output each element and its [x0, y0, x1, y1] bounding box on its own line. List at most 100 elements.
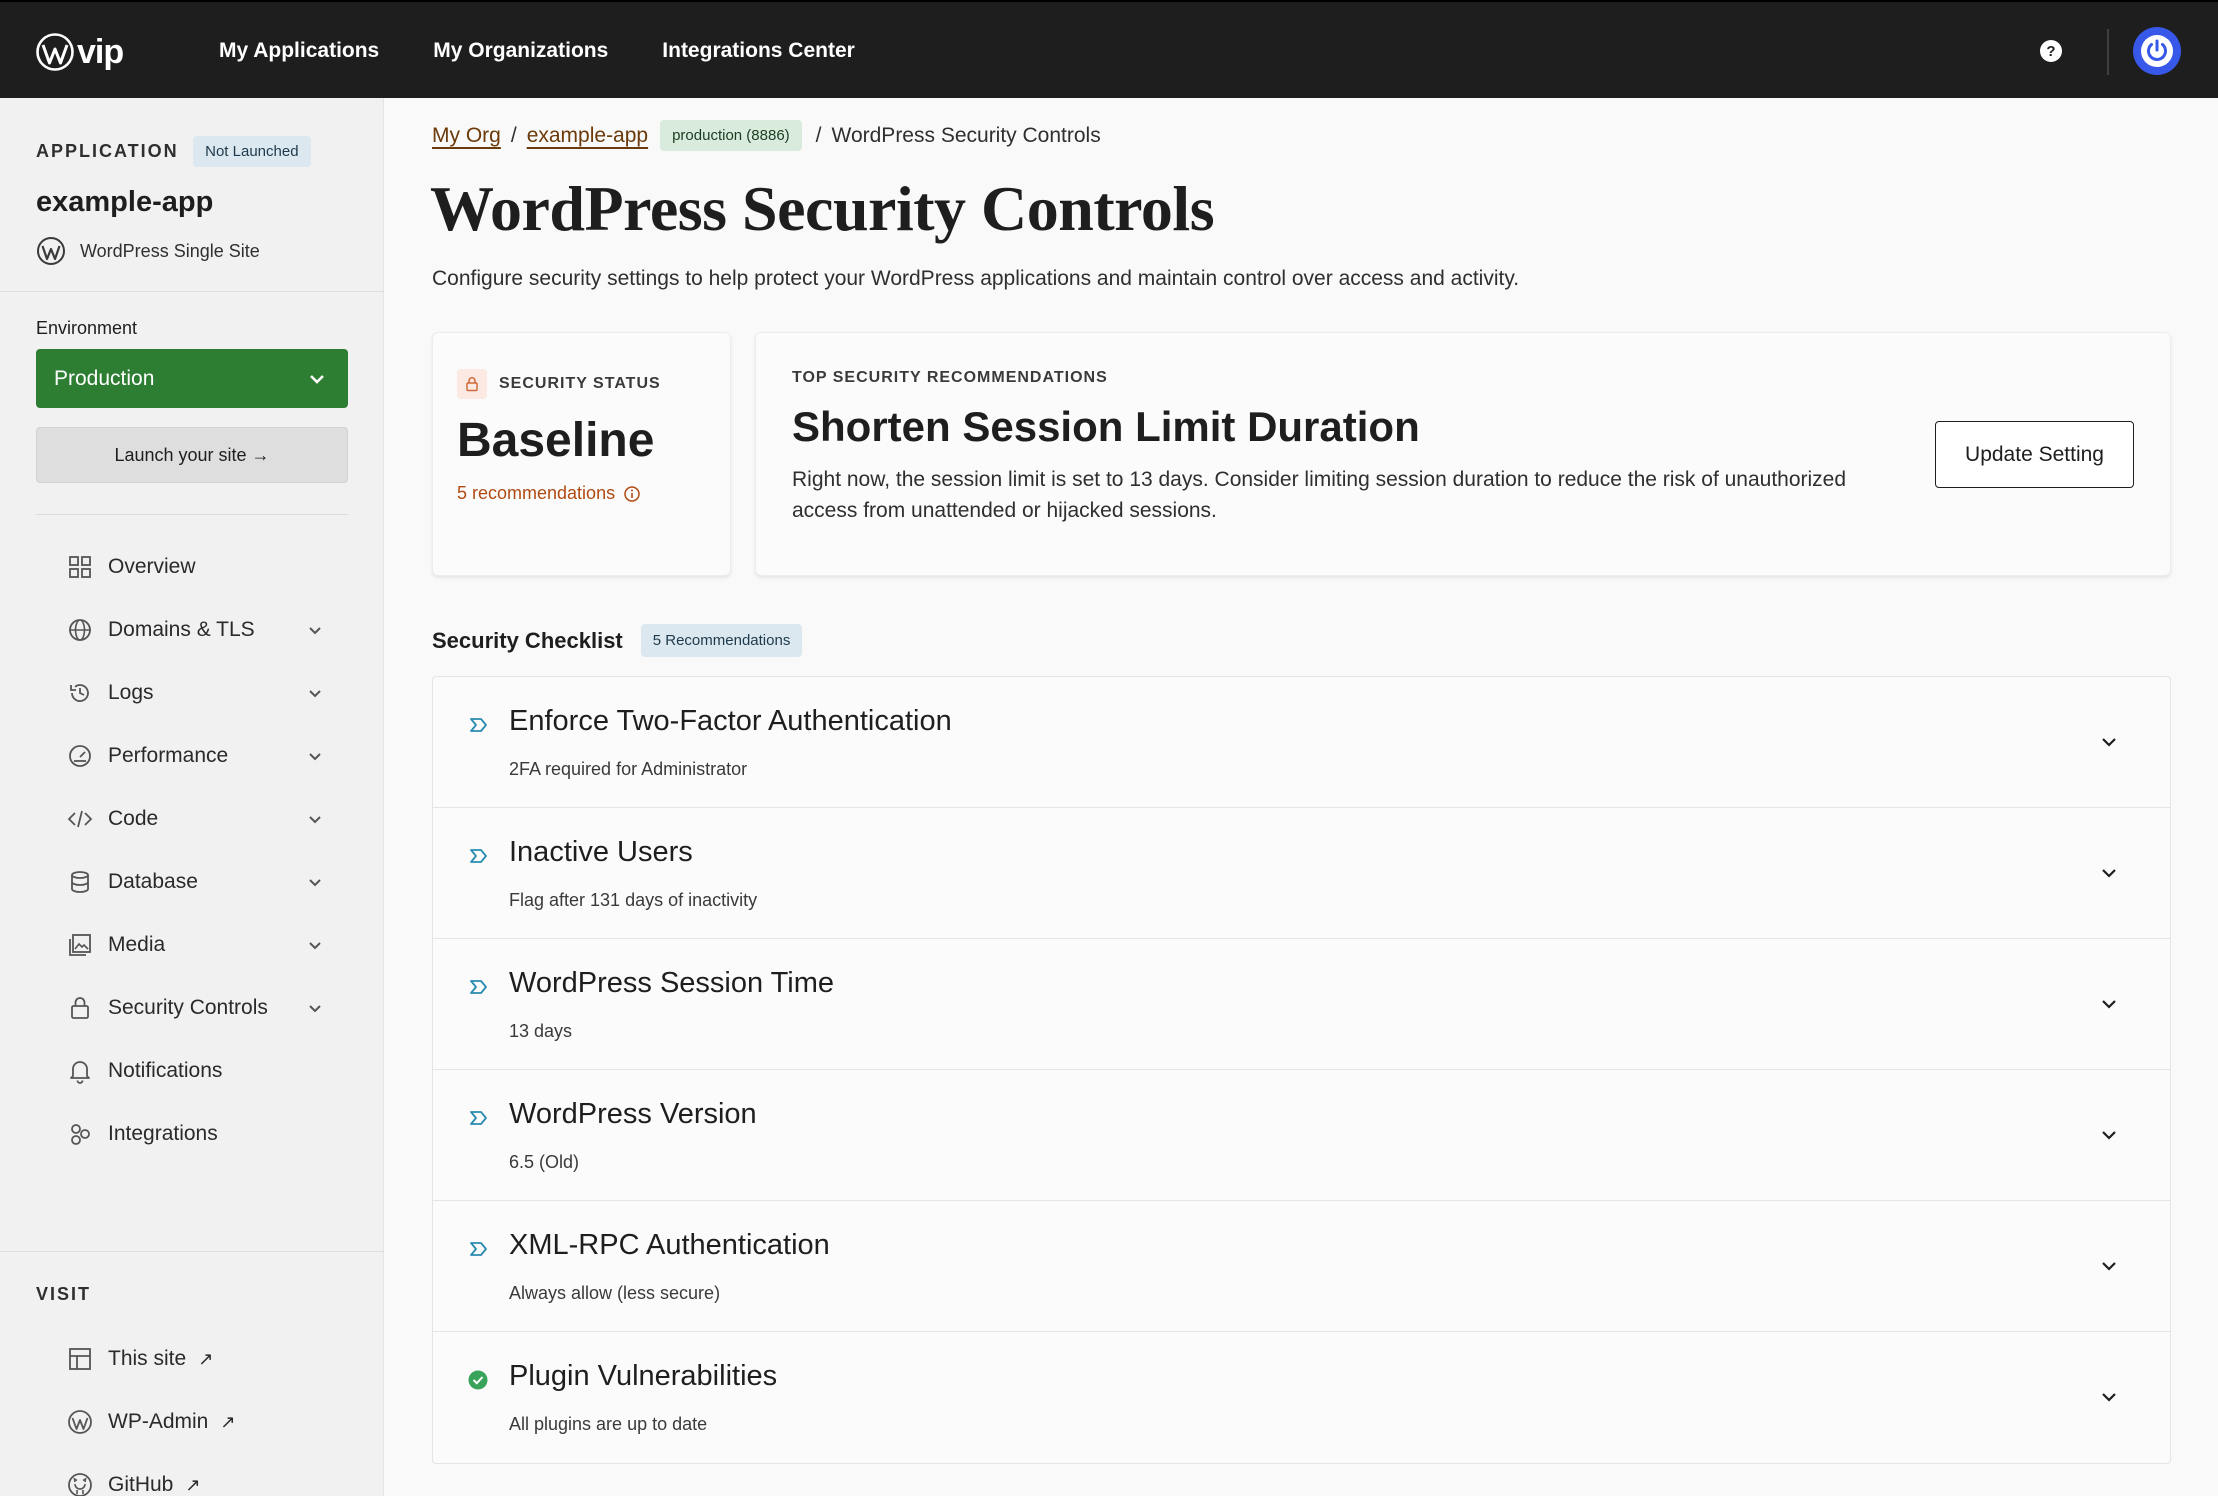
- checklist-item-session-time[interactable]: WordPress Session Time 13 days: [433, 939, 2170, 1070]
- breadcrumb-app[interactable]: example-app: [527, 124, 648, 148]
- status-value: Baseline: [457, 414, 655, 467]
- database-icon: [66, 868, 94, 896]
- checklist-item-subtitle: All plugins are up to date: [509, 1414, 708, 1434]
- power-icon: [2141, 35, 2173, 67]
- breadcrumb-org[interactable]: My Org: [432, 124, 501, 148]
- chevron-down-icon[interactable]: [2097, 992, 2121, 1016]
- environment-label: Environment: [36, 318, 138, 338]
- media-icon: [66, 931, 94, 959]
- recommendation-icon: [470, 718, 487, 732]
- checklist-item-wordpress-version[interactable]: WordPress Version 6.5 (Old): [433, 1070, 2170, 1201]
- sidebar-item-label: Overview: [108, 555, 196, 578]
- security-status-card: SECURITY STATUS Baseline 5 recommendatio…: [432, 332, 731, 576]
- environment-value: Production: [54, 366, 155, 390]
- breadcrumb: My Org / example-app production (8886) /…: [432, 120, 1101, 151]
- update-setting-button[interactable]: Update Setting: [1935, 421, 2134, 488]
- sidebar-item-database[interactable]: Database: [66, 862, 336, 902]
- checklist-item-subtitle: 13 days: [509, 1021, 573, 1041]
- sidebar-item-label: Integrations: [108, 1122, 218, 1145]
- environment-badge[interactable]: production (8886): [660, 120, 802, 151]
- sidebar-item-integrations[interactable]: Integrations: [66, 1114, 336, 1154]
- external-link-icon: ↗: [220, 1411, 236, 1432]
- recommendation-icon: [470, 980, 487, 994]
- checklist-item-inactive-users[interactable]: Inactive Users Flag after 131 days of in…: [433, 808, 2170, 939]
- sidebar-item-domains[interactable]: Domains & TLS: [66, 610, 336, 650]
- wordpress-icon: [36, 33, 74, 71]
- recommendation-eyebrow: TOP SECURITY RECOMMENDATIONS: [792, 369, 1108, 386]
- visit-github-link[interactable]: GitHub ↗: [66, 1465, 336, 1496]
- top-recommendation-card: TOP SECURITY RECOMMENDATIONS Shorten Ses…: [755, 332, 2171, 576]
- chevron-down-icon[interactable]: [2097, 861, 2121, 885]
- launch-site-button[interactable]: Launch your site →: [36, 427, 348, 483]
- help-icon[interactable]: ?: [2040, 40, 2062, 62]
- recommendations-link[interactable]: 5 recommendations: [457, 483, 641, 504]
- page-description: Configure security settings to help prot…: [432, 267, 1520, 290]
- application-eyebrow: APPLICATION: [36, 141, 179, 161]
- integrations-icon: [66, 1120, 94, 1148]
- recommendation-icon: [470, 1242, 487, 1256]
- visit-this-site-link[interactable]: This site ↗: [66, 1339, 336, 1379]
- sidebar-item-media[interactable]: Media: [66, 925, 336, 965]
- checklist-title: Security Checklist: [432, 627, 623, 653]
- divider: [2107, 29, 2109, 75]
- checklist-item-subtitle: Always allow (less secure): [509, 1283, 721, 1303]
- avatar[interactable]: [2133, 27, 2181, 75]
- sidebar-item-notifications[interactable]: Notifications: [66, 1051, 336, 1091]
- checklist-item-two-factor[interactable]: Enforce Two-Factor Authentication 2FA re…: [433, 677, 2170, 808]
- application-header: APPLICATION Not Launched: [36, 136, 311, 167]
- chevron-down-icon[interactable]: [2097, 1385, 2121, 1409]
- history-icon: [66, 679, 94, 707]
- chevron-down-icon[interactable]: [2097, 730, 2121, 754]
- sidebar-item-label: Code: [108, 807, 159, 830]
- lock-icon: [66, 994, 94, 1022]
- sidebar-item-code[interactable]: Code: [66, 799, 336, 839]
- divider: [0, 291, 384, 292]
- nav-my-organizations[interactable]: My Organizations: [433, 39, 608, 63]
- checklist-item-plugin-vulnerabilities[interactable]: Plugin Vulnerabilities All plugins are u…: [433, 1332, 2170, 1463]
- github-icon: [66, 1471, 94, 1496]
- wordpress-icon: [37, 237, 65, 265]
- recommendation-icon: [470, 1111, 487, 1125]
- divider: [0, 1251, 384, 1252]
- recommendation-icon: [470, 849, 487, 863]
- visit-item-label: WP-Admin: [108, 1410, 209, 1433]
- chevron-down-icon: [309, 942, 321, 950]
- environment-select[interactable]: Production: [36, 349, 348, 408]
- visit-heading: VISIT: [36, 1284, 92, 1304]
- checklist-item-title: Inactive Users: [509, 836, 693, 868]
- checklist-item-title: WordPress Session Time: [509, 967, 835, 999]
- recommendation-title: Shorten Session Limit Duration: [792, 403, 1420, 450]
- nav-integrations-center[interactable]: Integrations Center: [662, 39, 855, 63]
- checklist-item-title: Enforce Two-Factor Authentication: [509, 705, 952, 737]
- sidebar: APPLICATION Not Launched example-app Wor…: [0, 98, 384, 1496]
- sidebar-item-performance[interactable]: Performance: [66, 736, 336, 776]
- chevron-down-icon[interactable]: [2097, 1123, 2121, 1147]
- external-link-icon: ↗: [198, 1348, 214, 1369]
- check-circle-icon: [468, 1370, 488, 1390]
- vip-logo[interactable]: vip: [35, 32, 124, 72]
- sidebar-item-security-controls[interactable]: Security Controls: [66, 988, 336, 1028]
- grid-icon: [66, 553, 94, 581]
- breadcrumb-separator: /: [815, 123, 822, 147]
- lock-icon: [457, 369, 487, 399]
- bell-icon: [66, 1057, 94, 1085]
- nav-my-applications[interactable]: My Applications: [219, 39, 379, 63]
- logo-text: vip: [77, 32, 124, 71]
- sidebar-item-logs[interactable]: Logs: [66, 673, 336, 713]
- top-bar: vip My Applications My Organizations Int…: [0, 0, 2218, 98]
- checklist-header: Security Checklist 5 Recommendations: [432, 624, 803, 657]
- visit-wp-admin-link[interactable]: WP-Admin ↗: [66, 1402, 336, 1442]
- sidebar-item-overview[interactable]: Overview: [66, 547, 336, 587]
- checklist-item-xml-rpc[interactable]: XML-RPC Authentication Always allow (les…: [433, 1201, 2170, 1332]
- sidebar-item-label: Logs: [108, 681, 154, 704]
- chevron-down-icon: [309, 816, 321, 824]
- divider: [36, 514, 348, 515]
- security-checklist: Enforce Two-Factor Authentication 2FA re…: [432, 676, 2171, 1464]
- sidebar-item-label: Security Controls: [108, 996, 268, 1019]
- info-icon[interactable]: [623, 485, 641, 503]
- sidebar-item-label: Media: [108, 933, 166, 956]
- visit-item-label: GitHub: [108, 1473, 174, 1496]
- chevron-down-icon[interactable]: [2097, 1254, 2121, 1278]
- recommendation-body: Right now, the session limit is set to 1…: [792, 468, 1847, 522]
- wordpress-icon: [66, 1408, 94, 1436]
